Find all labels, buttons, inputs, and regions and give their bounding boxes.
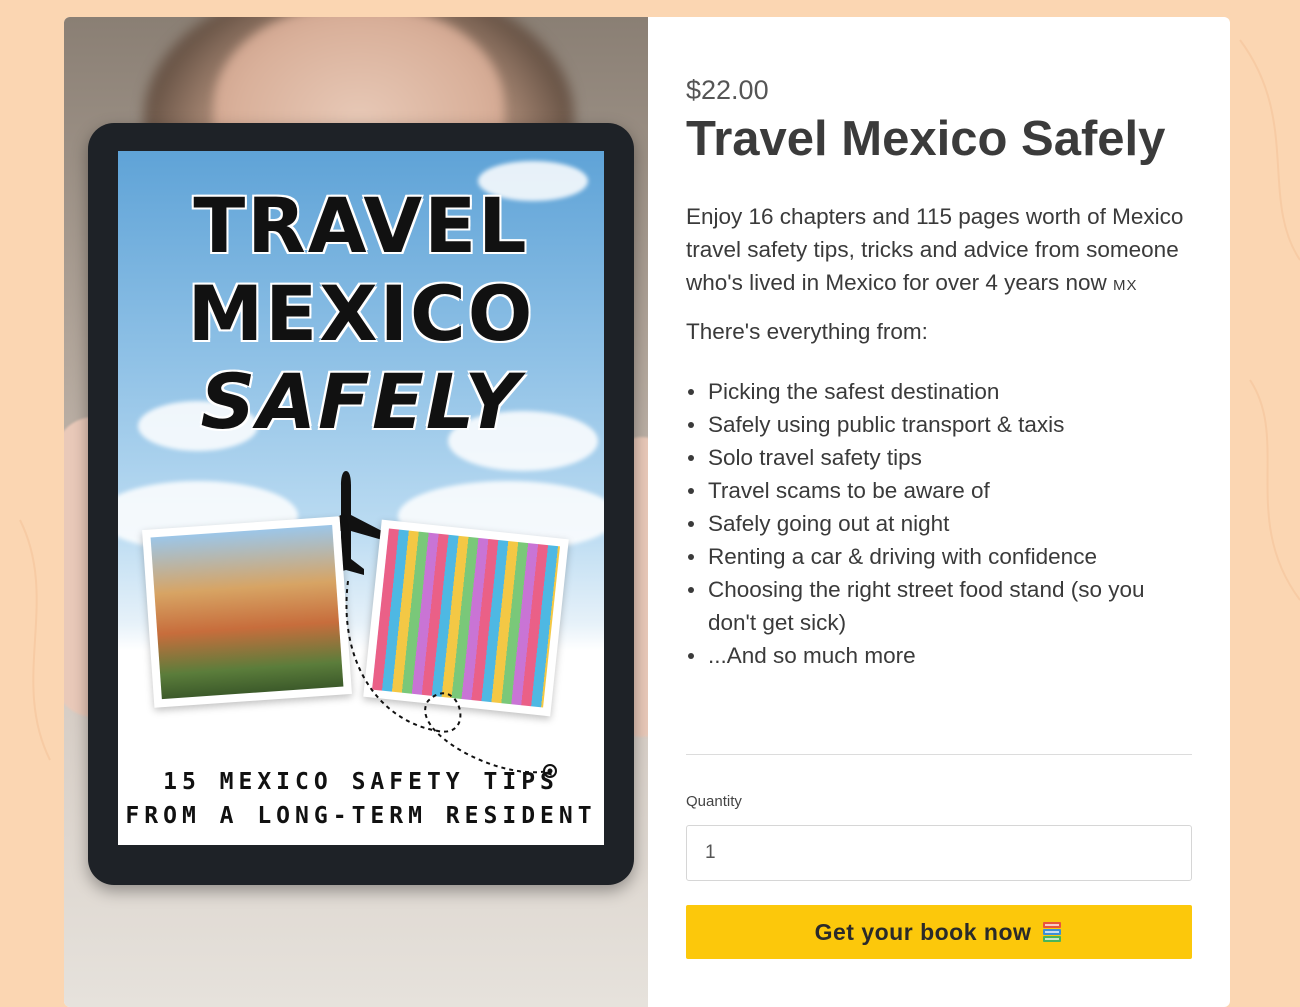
feature-item: ...And so much more: [686, 639, 1192, 672]
feature-item: Choosing the right street food stand (so…: [686, 573, 1192, 639]
feature-item: Solo travel safety tips: [686, 441, 1192, 474]
feature-item: Picking the safest destination: [686, 375, 1192, 408]
cover-subtitle-line-2: FROM A LONG-TERM RESIDENT: [125, 803, 597, 829]
quantity-label: Quantity: [686, 793, 742, 810]
books-icon: [1043, 922, 1062, 942]
product-image: TRAVEL MEXICO SAFELY 15 MEXICO SAFETY TI…: [64, 17, 648, 1007]
get-book-button-label: Get your book now: [814, 918, 1032, 945]
get-book-button[interactable]: Get your book now: [686, 905, 1192, 959]
feature-item: Travel scams to be aware of: [686, 474, 1192, 507]
features-intro: There's everything from:: [686, 319, 928, 344]
cover-subtitle-line-1: 15 MEXICO SAFETY TIPS: [163, 769, 559, 795]
cover-title-line-2: MEXICO: [187, 269, 535, 358]
book-cover: TRAVEL MEXICO SAFELY 15 MEXICO SAFETY TI…: [118, 151, 604, 845]
feature-item: Safely going out at night: [686, 507, 1192, 540]
mexico-flag-label: MX: [1113, 277, 1138, 294]
tablet-device: TRAVEL MEXICO SAFELY 15 MEXICO SAFETY TI…: [88, 123, 634, 885]
product-price: $22.00: [686, 75, 769, 105]
flight-path: [345, 581, 557, 778]
product-card: TRAVEL MEXICO SAFELY 15 MEXICO SAFETY TI…: [64, 17, 1230, 1007]
feature-item: Safely using public transport & taxis: [686, 408, 1192, 441]
description-text: Enjoy 16 chapters and 115 pages worth of…: [686, 204, 1184, 295]
product-description: Enjoy 16 chapters and 115 pages worth of…: [686, 200, 1192, 302]
divider: [686, 754, 1192, 755]
product-title: Travel Mexico Safely: [686, 112, 1166, 166]
feature-item: Renting a car & driving with confidence: [686, 540, 1192, 573]
cover-title-line-3: SAFELY: [200, 357, 522, 446]
features-list: Picking the safest destination Safely us…: [686, 375, 1192, 672]
quantity-input[interactable]: [686, 825, 1192, 881]
cover-title-line-1: TRAVEL: [193, 181, 529, 270]
